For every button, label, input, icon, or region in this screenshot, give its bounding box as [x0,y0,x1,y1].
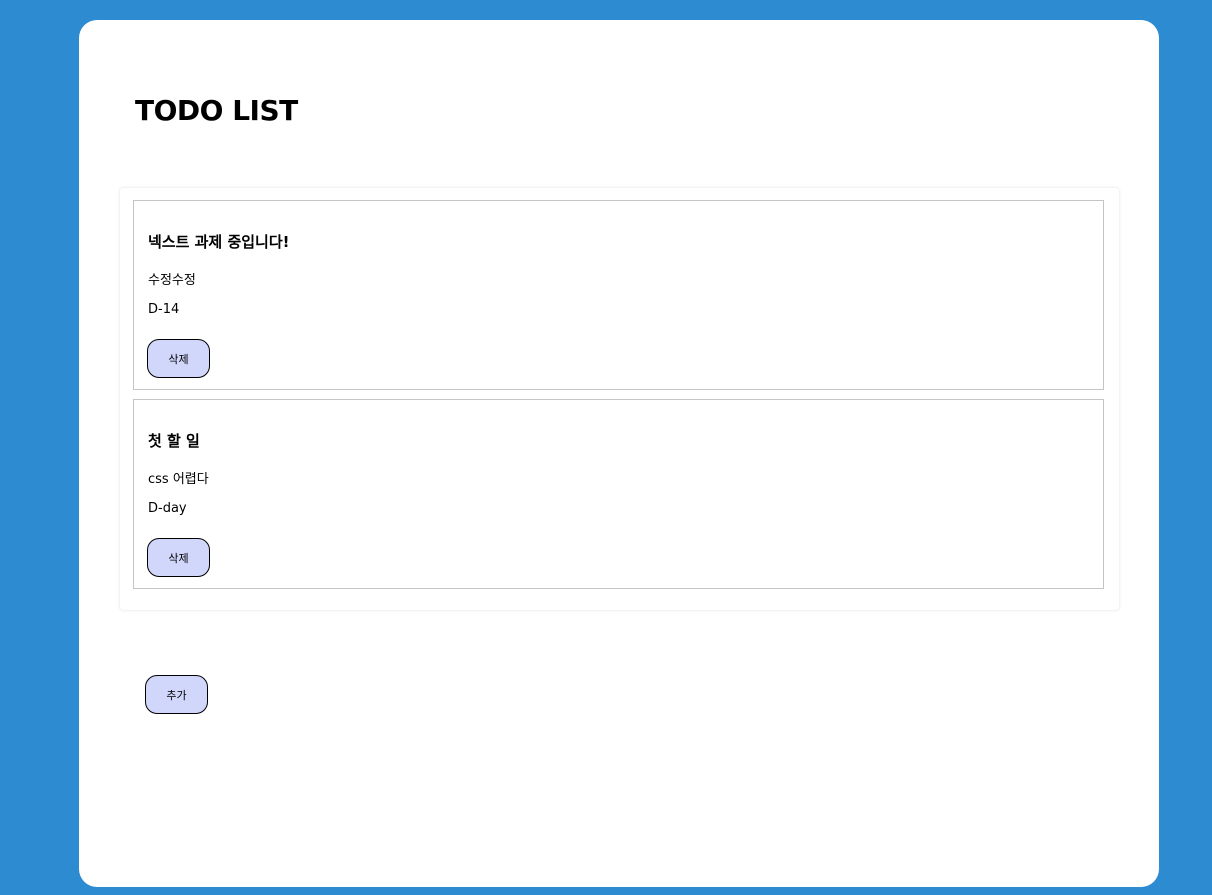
todo-list: 넥스트 과제 중입니다! 수정수정 D-14 삭제 첫 할 일 css 어렵다 … [119,187,1120,611]
todo-body: css 어렵다 [148,472,209,487]
todo-title: 첫 할 일 [148,432,200,450]
delete-button[interactable]: 삭제 [147,538,210,577]
todo-title: 넥스트 과제 중입니다! [148,233,290,251]
add-button[interactable]: 추가 [145,675,208,714]
page-title: TODO LIST [135,94,298,127]
todo-item: 첫 할 일 css 어렵다 D-day 삭제 [133,399,1104,589]
todo-body: 수정수정 [148,273,196,288]
todo-due: D-14 [148,302,180,317]
todo-due: D-day [148,501,187,516]
delete-button[interactable]: 삭제 [147,339,210,378]
todo-item: 넥스트 과제 중입니다! 수정수정 D-14 삭제 [133,200,1104,390]
todo-card: TODO LIST 넥스트 과제 중입니다! 수정수정 D-14 삭제 첫 할 … [79,20,1159,887]
